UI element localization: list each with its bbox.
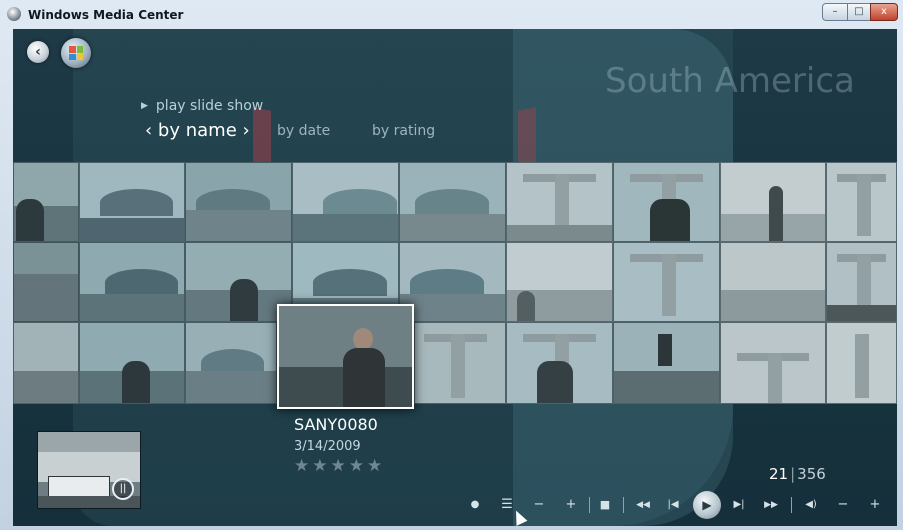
photo-tile[interactable]	[826, 162, 897, 242]
photo-tile[interactable]	[79, 162, 185, 242]
photo-date: 3/14/2009	[294, 439, 361, 454]
photo-tile[interactable]	[292, 162, 399, 242]
counter-total: 356	[797, 465, 826, 483]
volume-down-icon[interactable]: −	[833, 495, 853, 515]
photo-tile[interactable]	[185, 162, 292, 242]
media-center-window: Windows Media Center – □ x ‹ South Ameri…	[0, 0, 903, 530]
rating-stars[interactable]: ★★★★★	[294, 456, 385, 476]
rewind-icon[interactable]: ◀◀	[631, 495, 655, 515]
windows-logo-icon	[69, 46, 83, 60]
media-center-icon	[7, 7, 21, 21]
photo-tile[interactable]	[506, 162, 613, 242]
stop-icon[interactable]: ■	[595, 495, 615, 515]
channel-up-icon[interactable]: +	[561, 495, 581, 515]
minimize-button[interactable]: –	[822, 3, 848, 21]
thumbnail-bus	[48, 476, 110, 498]
play-slide-show-link[interactable]: ▶ play slide show	[141, 98, 263, 114]
photo-tile[interactable]	[613, 242, 720, 322]
photo-tile[interactable]	[720, 242, 826, 322]
photo-tile[interactable]	[826, 322, 897, 404]
photo-tile[interactable]	[720, 322, 826, 404]
photo-tile[interactable]	[720, 162, 826, 242]
maximize-button[interactable]: □	[847, 3, 871, 21]
photo-tile[interactable]	[613, 322, 720, 404]
now-playing-thumbnail[interactable]: ||	[37, 431, 141, 509]
photo-tile[interactable]	[399, 162, 506, 242]
window-title: Windows Media Center	[28, 8, 184, 22]
counter-current: 21	[769, 465, 789, 483]
photo-tile[interactable]	[826, 242, 897, 322]
start-button[interactable]	[61, 38, 91, 68]
counter-separator: |	[790, 465, 796, 483]
play-icon: ▶	[141, 101, 148, 111]
separator	[791, 497, 792, 513]
sort-by-date[interactable]: by date	[277, 123, 330, 139]
previous-icon[interactable]: |◀	[663, 495, 683, 515]
photo-tile[interactable]	[506, 242, 613, 322]
pause-button[interactable]: ||	[112, 478, 134, 500]
title-bar[interactable]: Windows Media Center – □ x	[0, 0, 903, 28]
photo-tile[interactable]	[185, 242, 292, 322]
separator	[623, 497, 624, 513]
fast-forward-icon[interactable]: ▶▶	[759, 495, 783, 515]
photo-counter: 21 | 356	[769, 465, 826, 483]
selected-photo-info: SANY0080 3/14/2009 ★★★★★	[294, 415, 385, 476]
media-center-content: ‹ South America ▶ play slide show ‹ by na…	[13, 29, 897, 526]
play-button[interactable]: ▶	[693, 491, 721, 519]
back-button[interactable]: ‹	[27, 41, 49, 63]
sort-by-rating[interactable]: by rating	[372, 123, 435, 139]
selected-photo[interactable]	[277, 304, 414, 409]
channel-down-icon[interactable]: −	[529, 495, 549, 515]
photo-tile[interactable]	[13, 242, 79, 322]
photo-tile[interactable]	[185, 322, 277, 404]
record-icon[interactable]: ●	[465, 495, 485, 515]
next-icon[interactable]: ▶|	[729, 495, 749, 515]
photo-tile[interactable]	[613, 162, 720, 242]
photo-tile[interactable]	[13, 162, 79, 242]
photo-tile[interactable]	[79, 242, 185, 322]
photo-grid	[13, 162, 897, 404]
selected-photo-person-head	[353, 328, 373, 350]
transport-controls: ● ☰ − + ■ ◀◀ |◀ ▶ ▶| ▶▶ ◀) − +	[463, 491, 897, 521]
page-title: South America	[605, 61, 855, 101]
volume-icon[interactable]: ◀)	[799, 495, 823, 515]
play-slide-show-label: play slide show	[155, 98, 264, 114]
sort-by-name[interactable]: ‹ by name ›	[145, 120, 250, 141]
photo-tile[interactable]	[414, 322, 506, 404]
photo-tile[interactable]	[506, 322, 613, 404]
close-button[interactable]: x	[870, 3, 898, 21]
photo-name: SANY0080	[294, 415, 378, 434]
selected-photo-person-body	[343, 348, 385, 407]
photo-tile[interactable]	[399, 242, 506, 322]
photo-tile[interactable]	[79, 322, 185, 404]
separator	[589, 497, 590, 513]
volume-up-icon[interactable]: +	[865, 495, 885, 515]
photo-tile[interactable]	[13, 322, 79, 404]
